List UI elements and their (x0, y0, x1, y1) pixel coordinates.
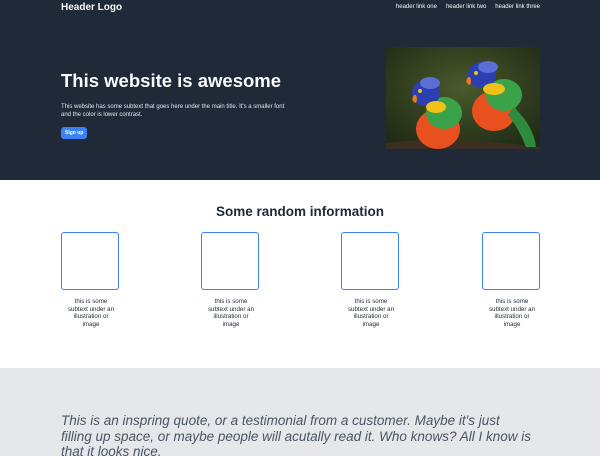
card-subtext: this is some subtext under an illustrati… (207, 298, 255, 329)
info-card: this is some subtext under an illustrati… (341, 232, 401, 329)
illustration-placeholder (61, 232, 119, 290)
illustration-placeholder (482, 232, 540, 290)
card-subtext: this is some subtext under an illustrati… (347, 298, 395, 329)
parrots-illustration (386, 47, 540, 149)
card-subtext: this is some subtext under an illustrati… (67, 298, 115, 329)
testimonial-quote: This is an inspring quote, or a testimon… (61, 413, 531, 456)
hero-image (386, 47, 540, 149)
info-card: this is some subtext under an illustrati… (482, 232, 542, 329)
illustration-placeholder (201, 232, 259, 290)
header-nav: Header Logo header link one header link … (0, 0, 600, 18)
nav-links: header link one header link two header l… (396, 4, 540, 10)
info-card: this is some subtext under an illustrati… (201, 232, 261, 329)
header-link-two[interactable]: header link two (446, 4, 486, 10)
card-subtext: this is some subtext under an illustrati… (488, 298, 536, 329)
header-logo[interactable]: Header Logo (61, 2, 122, 13)
hero-subtext: This website has some subtext that goes … (61, 104, 285, 118)
hero-section: Header Logo header link one header link … (0, 0, 600, 180)
info-title: Some random information (215, 204, 384, 219)
hero-title: This website is awesome (61, 70, 282, 91)
quote-section: This is an inspring quote, or a testimon… (0, 368, 600, 456)
sign-up-button[interactable]: Sign up (61, 127, 88, 139)
info-section: Some random information this is some sub… (0, 180, 600, 368)
header-link-one[interactable]: header link one (396, 4, 437, 10)
info-card: this is some subtext under an illustrati… (61, 232, 121, 329)
illustration-placeholder (341, 232, 399, 290)
header-link-three[interactable]: header link three (495, 4, 540, 10)
